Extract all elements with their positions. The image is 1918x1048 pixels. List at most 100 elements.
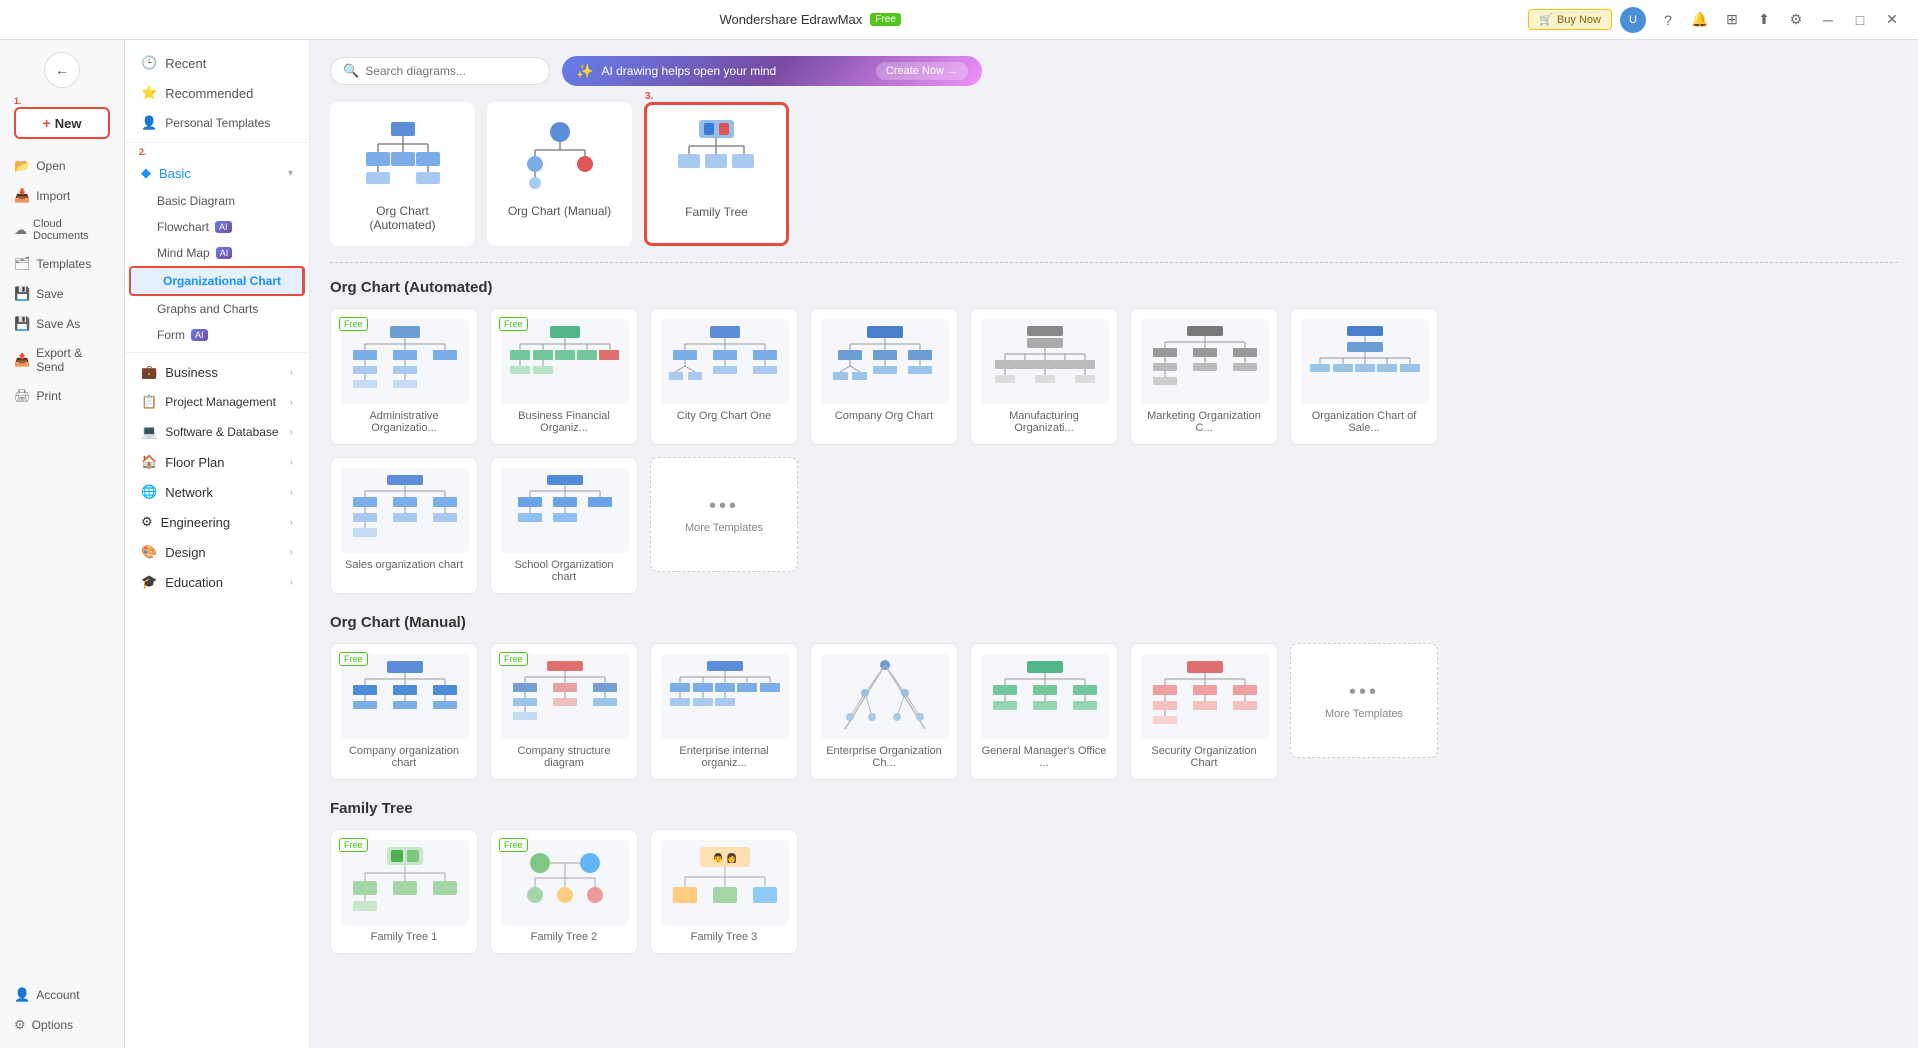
nav-section-engineering[interactable]: ⚙ Engineering › xyxy=(125,507,309,537)
card-enterprise-org[interactable]: Enterprise Organization Ch... xyxy=(810,643,958,780)
card-mfg-org[interactable]: Manufacturing Organizati... xyxy=(970,308,1118,445)
admin-org-thumb xyxy=(341,319,469,404)
nav-graphs[interactable]: Graphs and Charts xyxy=(125,296,309,322)
search-icon: 🔍 xyxy=(343,63,359,79)
sidebar-item-options[interactable]: ⚙ Options xyxy=(4,1011,120,1039)
nav-section-design[interactable]: 🎨 Design › xyxy=(125,537,309,567)
avatar[interactable]: U xyxy=(1620,7,1646,33)
sidebar-item-cloud[interactable]: ☁ Cloud Documents xyxy=(4,212,120,248)
education-icon: 🎓 xyxy=(141,574,157,590)
sidebar-item-account[interactable]: 👤 Account xyxy=(4,981,120,1009)
card-enterprise-internal[interactable]: Enterprise internal organiz... xyxy=(650,643,798,780)
nav-form[interactable]: Form AI xyxy=(125,322,309,348)
nav-recent[interactable]: 🕒 Recent xyxy=(125,48,309,78)
card-biz-fin[interactable]: Free xyxy=(490,308,638,445)
more-templates-auto[interactable]: ••• More Templates xyxy=(650,457,798,572)
grid-icon[interactable]: ⊞ xyxy=(1718,6,1746,34)
family-tree-1-thumb xyxy=(341,840,469,925)
enterprise-internal-label: Enterprise internal organiz... xyxy=(661,745,787,769)
education-chevron: › xyxy=(290,577,293,588)
school-org-thumb xyxy=(501,468,629,553)
basic-chevron: ▾ xyxy=(288,168,293,179)
family-tree-3-label: Family Tree 3 xyxy=(661,931,787,943)
nav-flowchart[interactable]: Flowchart AI xyxy=(125,214,309,240)
search-input[interactable] xyxy=(365,64,535,78)
mfg-org-label: Manufacturing Organizati... xyxy=(981,410,1107,434)
card-company-org[interactable]: Company Org Chart xyxy=(810,308,958,445)
sidebar-item-import[interactable]: 📥 Import xyxy=(4,182,120,210)
nav-section-network[interactable]: 🌐 Network › xyxy=(125,477,309,507)
card-sale-org[interactable]: Organization Chart of Sale... xyxy=(1290,308,1438,445)
settings-icon[interactable]: ⚙ xyxy=(1782,6,1810,34)
sidebar-item-export[interactable]: 📤 Export & Send xyxy=(4,340,120,380)
content-area: 🔍 ✨ AI drawing helps open your mind Crea… xyxy=(310,40,1918,1048)
city-org-label: City Org Chart One xyxy=(661,410,787,422)
ai-create-button[interactable]: Create Now → xyxy=(876,62,968,80)
card-company-org-chart[interactable]: Free xyxy=(330,643,478,780)
nav-section-floor[interactable]: 🏠 Floor Plan › xyxy=(125,447,309,477)
cloud-icon: ☁ xyxy=(14,222,27,238)
search-box: 🔍 xyxy=(330,57,550,85)
sales-org-label: Sales organization chart xyxy=(341,559,467,571)
nav-recommended[interactable]: ⭐ Recommended xyxy=(125,78,309,108)
section-family-tree-header: Family Tree xyxy=(330,800,1898,817)
card-gm-office[interactable]: General Manager's Office ... xyxy=(970,643,1118,780)
template-org-manual[interactable]: Org Chart (Manual) xyxy=(487,102,632,246)
org-automated-grid: Free xyxy=(330,308,1898,445)
account-icon: 👤 xyxy=(14,987,30,1003)
software-chevron: › xyxy=(290,427,293,438)
nav-personal-templates[interactable]: 👤 Personal Templates xyxy=(125,108,309,138)
titlebar-center: Wondershare EdrawMax Free xyxy=(719,12,900,27)
company-org-free-badge: Free xyxy=(339,652,368,666)
nav-section-basic[interactable]: ◆ Basic ▾ xyxy=(125,158,309,188)
school-org-label: School Organization chart xyxy=(501,559,627,583)
template-family-tree[interactable]: 3. Family xyxy=(644,102,789,246)
card-security-org[interactable]: Security Organization Chart xyxy=(1130,643,1278,780)
sidebar-item-print[interactable]: 🖨 Print xyxy=(4,382,120,410)
card-school-org[interactable]: School Organization chart xyxy=(490,457,638,594)
mkt-org-label: Marketing Organization C... xyxy=(1141,410,1267,434)
software-icon: 💻 xyxy=(141,424,157,440)
nav-section-project[interactable]: 📋 Project Management › xyxy=(125,387,309,417)
new-button[interactable]: + New xyxy=(14,107,110,139)
nav-section-software[interactable]: 💻 Software & Database › xyxy=(125,417,309,447)
buy-now-button[interactable]: 🛒 Buy Now xyxy=(1528,9,1612,30)
nav-section-education[interactable]: 🎓 Education › xyxy=(125,567,309,597)
section-divider-1 xyxy=(330,262,1898,263)
ft1-free-badge: Free xyxy=(339,838,368,852)
sidebar-item-templates[interactable]: 🗂 Templates xyxy=(4,250,120,278)
sidebar-item-saveas[interactable]: 💾 Save As xyxy=(4,310,120,338)
card-admin-org[interactable]: Free xyxy=(330,308,478,445)
org-manual-grid: Free xyxy=(330,643,1898,780)
card-company-struct[interactable]: Free xyxy=(490,643,638,780)
org-automated-thumb xyxy=(348,116,458,196)
company-org-label: Company Org Chart xyxy=(821,410,947,422)
bell-icon[interactable]: 🔔 xyxy=(1686,6,1714,34)
sidebar-item-save[interactable]: 💾 Save xyxy=(4,280,120,308)
app-title: Wondershare EdrawMax xyxy=(719,12,862,27)
card-city-org[interactable]: City Org Chart One xyxy=(650,308,798,445)
card-mkt-org[interactable]: Marketing Organization C... xyxy=(1130,308,1278,445)
ai-bar[interactable]: ✨ AI drawing helps open your mind Create… xyxy=(562,56,982,86)
enterprise-internal-thumb xyxy=(661,654,789,739)
share-icon[interactable]: ⬆ xyxy=(1750,6,1778,34)
gm-office-label: General Manager's Office ... xyxy=(981,745,1107,769)
template-org-automated[interactable]: Org Chart (Automated) xyxy=(330,102,475,246)
card-sales-org-chart[interactable]: Sales organization chart xyxy=(330,457,478,594)
card-family-tree-1[interactable]: Free xyxy=(330,829,478,954)
nav-basic-diagram[interactable]: Basic Diagram xyxy=(125,188,309,214)
card-family-tree-3[interactable]: 👨 👩 Family Tree 3 xyxy=(650,829,798,954)
minimize-button[interactable]: ─ xyxy=(1814,6,1842,34)
gm-office-thumb xyxy=(981,654,1109,739)
sidebar-item-open[interactable]: 📂 Open xyxy=(4,152,120,180)
card-family-tree-2[interactable]: Free Fami xyxy=(490,829,638,954)
maximize-button[interactable]: □ xyxy=(1846,6,1874,34)
close-button[interactable]: ✕ xyxy=(1878,6,1906,34)
back-button[interactable]: ← xyxy=(44,52,80,88)
more-templates-manual[interactable]: ••• More Templates xyxy=(1290,643,1438,758)
nav-org-chart[interactable]: Organizational Chart xyxy=(129,266,305,296)
nav-section-business[interactable]: 💼 Business › xyxy=(125,357,309,387)
nav-mind-map[interactable]: Mind Map AI xyxy=(125,240,309,266)
help-icon[interactable]: ? xyxy=(1654,6,1682,34)
org-automated-label: Org Chart (Automated) xyxy=(344,204,461,232)
